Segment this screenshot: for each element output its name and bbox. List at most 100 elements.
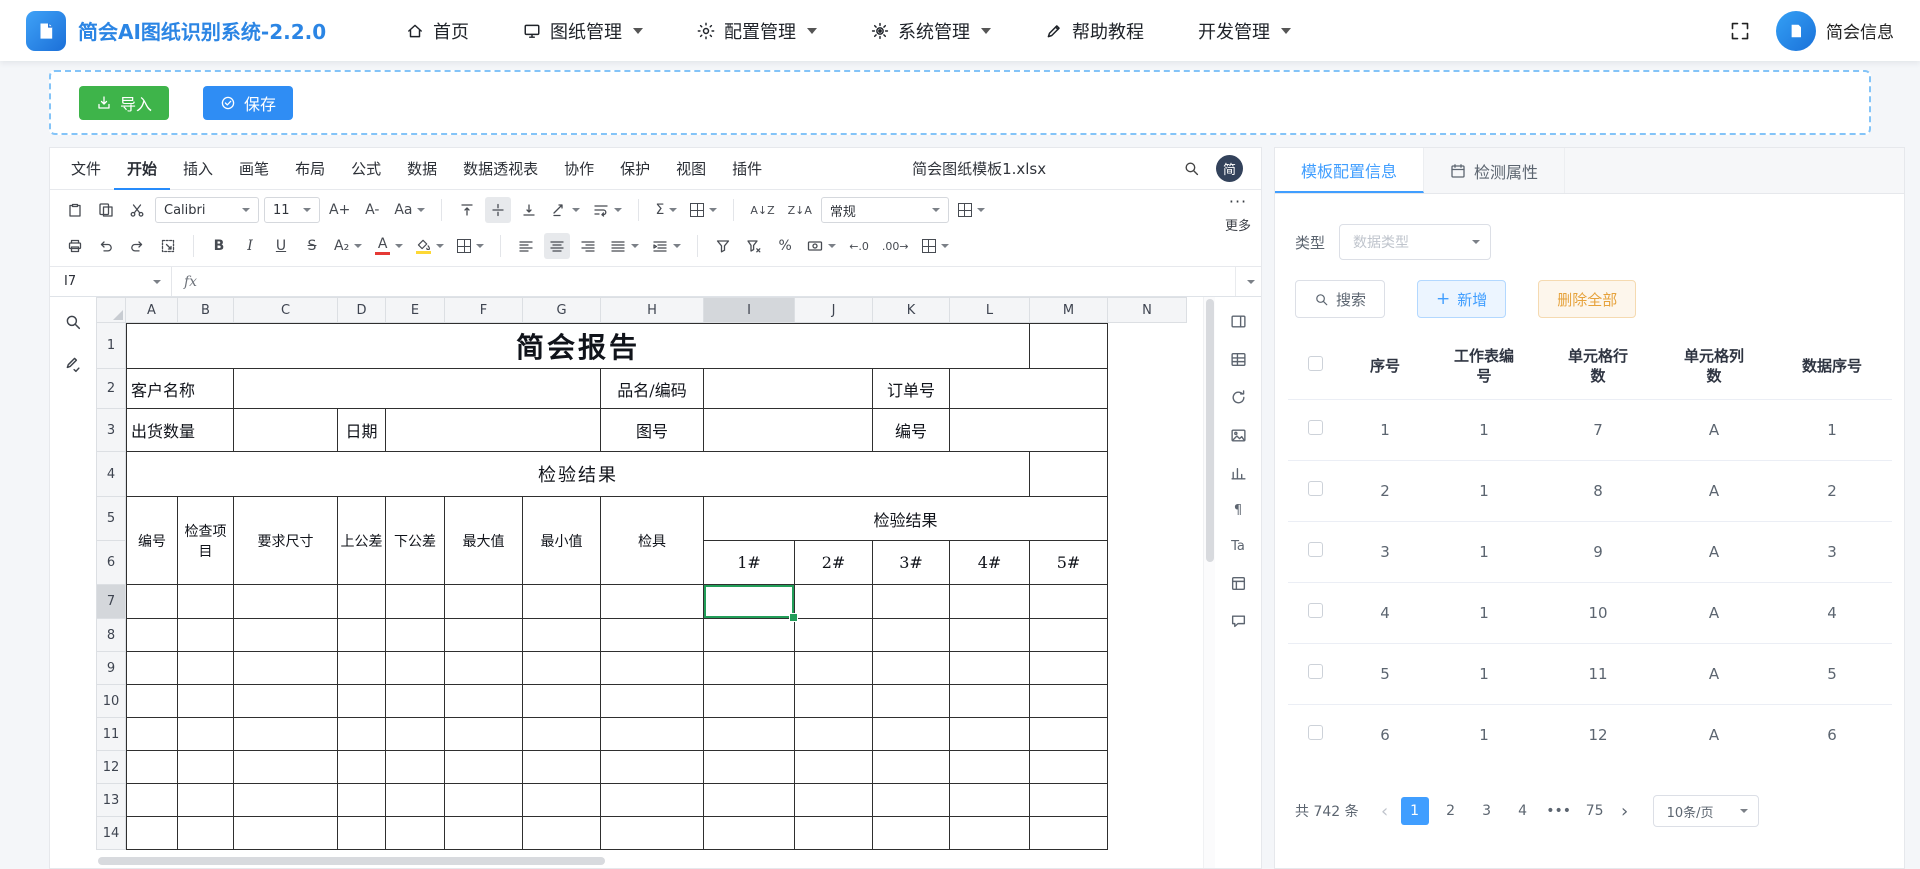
cell[interactable] — [178, 784, 234, 817]
cell[interactable] — [386, 685, 445, 718]
cell-head[interactable]: 检查项目 — [178, 497, 234, 585]
image-icon[interactable] — [1230, 427, 1247, 444]
formula-bar-expand[interactable] — [1235, 267, 1261, 296]
cell[interactable] — [1030, 652, 1108, 685]
cell[interactable] — [126, 685, 178, 718]
cell[interactable] — [950, 585, 1030, 619]
table-row[interactable]: 5 1 11 A 5 — [1288, 643, 1892, 704]
cell[interactable] — [601, 619, 704, 652]
cell[interactable] — [873, 585, 950, 619]
col-header[interactable]: C — [234, 297, 338, 323]
cell[interactable] — [178, 619, 234, 652]
cell-head[interactable]: 编号 — [126, 497, 178, 585]
cell[interactable] — [601, 652, 704, 685]
cell[interactable] — [1108, 497, 1187, 541]
cell[interactable] — [126, 718, 178, 751]
page-size-select[interactable]: 10条/页 — [1653, 795, 1759, 827]
cell-sample[interactable]: 1# — [704, 541, 795, 585]
col-header[interactable]: N — [1108, 297, 1187, 323]
import-button[interactable]: 导入 — [79, 86, 169, 120]
cell[interactable] — [1108, 751, 1187, 784]
row-header[interactable]: 2 — [96, 369, 126, 409]
cell[interactable] — [445, 751, 523, 784]
cell[interactable] — [601, 784, 704, 817]
cell[interactable] — [704, 619, 795, 652]
fill-color-button[interactable] — [412, 233, 448, 259]
cell[interactable] — [601, 685, 704, 718]
number-format-select[interactable]: 常规 — [821, 197, 949, 223]
pivot-icon[interactable] — [1230, 575, 1247, 592]
cell[interactable] — [523, 585, 601, 619]
borders-button[interactable] — [453, 233, 488, 259]
cell[interactable] — [386, 409, 601, 452]
cell-customer-label[interactable]: 客户名称 — [126, 369, 234, 409]
cell[interactable] — [445, 784, 523, 817]
cell-sample[interactable]: 3# — [873, 541, 950, 585]
menu-tab-insert[interactable]: 插入 — [170, 148, 226, 190]
scrollbar-thumb[interactable] — [98, 857, 605, 865]
user-avatar[interactable]: 简 — [1216, 155, 1243, 182]
cell-head[interactable]: 上公差 — [338, 497, 386, 585]
cell[interactable] — [234, 585, 338, 619]
cell[interactable] — [704, 718, 795, 751]
cell-head[interactable]: 检具 — [601, 497, 704, 585]
cell[interactable] — [386, 784, 445, 817]
currency-button[interactable] — [803, 233, 840, 259]
decrease-font-button[interactable]: A- — [359, 197, 385, 223]
border-grid-button[interactable] — [686, 197, 721, 223]
row-header-selected[interactable]: 7 — [96, 585, 126, 619]
cell[interactable] — [386, 751, 445, 784]
table-row[interactable]: 1 1 7 A 1 — [1288, 399, 1892, 460]
cell[interactable] — [234, 685, 338, 718]
cell[interactable] — [795, 585, 873, 619]
cell[interactable] — [338, 817, 386, 850]
nav-item-drawings[interactable]: 图纸管理 — [523, 18, 643, 44]
cell[interactable] — [795, 685, 873, 718]
cell[interactable] — [126, 784, 178, 817]
search-button[interactable]: 搜索 — [1295, 280, 1385, 318]
cut-button[interactable] — [124, 197, 150, 223]
cell[interactable] — [445, 585, 523, 619]
bold-button[interactable]: B — [206, 233, 232, 259]
row-checkbox[interactable] — [1308, 725, 1323, 740]
cell[interactable] — [795, 817, 873, 850]
cell[interactable] — [386, 718, 445, 751]
cell[interactable] — [523, 619, 601, 652]
row-checkbox[interactable] — [1308, 481, 1323, 496]
cell[interactable] — [1108, 541, 1187, 585]
cell[interactable] — [445, 718, 523, 751]
tab-template-config[interactable]: 模板配置信息 — [1275, 148, 1424, 193]
menu-tab-pivot[interactable]: 数据透视表 — [450, 148, 551, 190]
cell[interactable] — [178, 652, 234, 685]
col-header[interactable]: B — [178, 297, 234, 323]
decrease-decimal-button[interactable]: ←.0 — [845, 233, 873, 259]
cell[interactable] — [601, 817, 704, 850]
cell[interactable] — [523, 817, 601, 850]
row-header[interactable]: 13 — [96, 784, 126, 817]
nav-item-help[interactable]: 帮助教程 — [1045, 18, 1144, 44]
menu-tab-home[interactable]: 开始 — [114, 148, 170, 190]
menu-tab-protect[interactable]: 保护 — [607, 148, 663, 190]
table-icon[interactable] — [1230, 351, 1247, 368]
cell[interactable] — [386, 817, 445, 850]
paragraph-icon[interactable]: ¶ — [1234, 503, 1242, 518]
select-all-checkbox[interactable] — [1308, 356, 1323, 371]
cell-report-title[interactable]: 简会报告 — [126, 323, 1030, 369]
cell[interactable] — [523, 685, 601, 718]
cell[interactable] — [1030, 323, 1108, 369]
sum-button[interactable]: Σ — [651, 197, 681, 223]
cell[interactable] — [873, 751, 950, 784]
col-header[interactable]: D — [338, 297, 386, 323]
align-right-button[interactable] — [575, 233, 601, 259]
cell[interactable] — [1108, 817, 1187, 850]
cell[interactable] — [704, 751, 795, 784]
spell-check-icon[interactable] — [64, 355, 82, 373]
scrollbar-thumb[interactable] — [1206, 299, 1214, 562]
increase-font-button[interactable]: A+ — [325, 197, 354, 223]
cell-serial-label[interactable]: 编号 — [873, 409, 950, 452]
cell-sample[interactable]: 4# — [950, 541, 1030, 585]
cell[interactable] — [873, 718, 950, 751]
filter-button[interactable] — [710, 233, 736, 259]
cell[interactable] — [1030, 784, 1108, 817]
cell[interactable] — [178, 585, 234, 619]
